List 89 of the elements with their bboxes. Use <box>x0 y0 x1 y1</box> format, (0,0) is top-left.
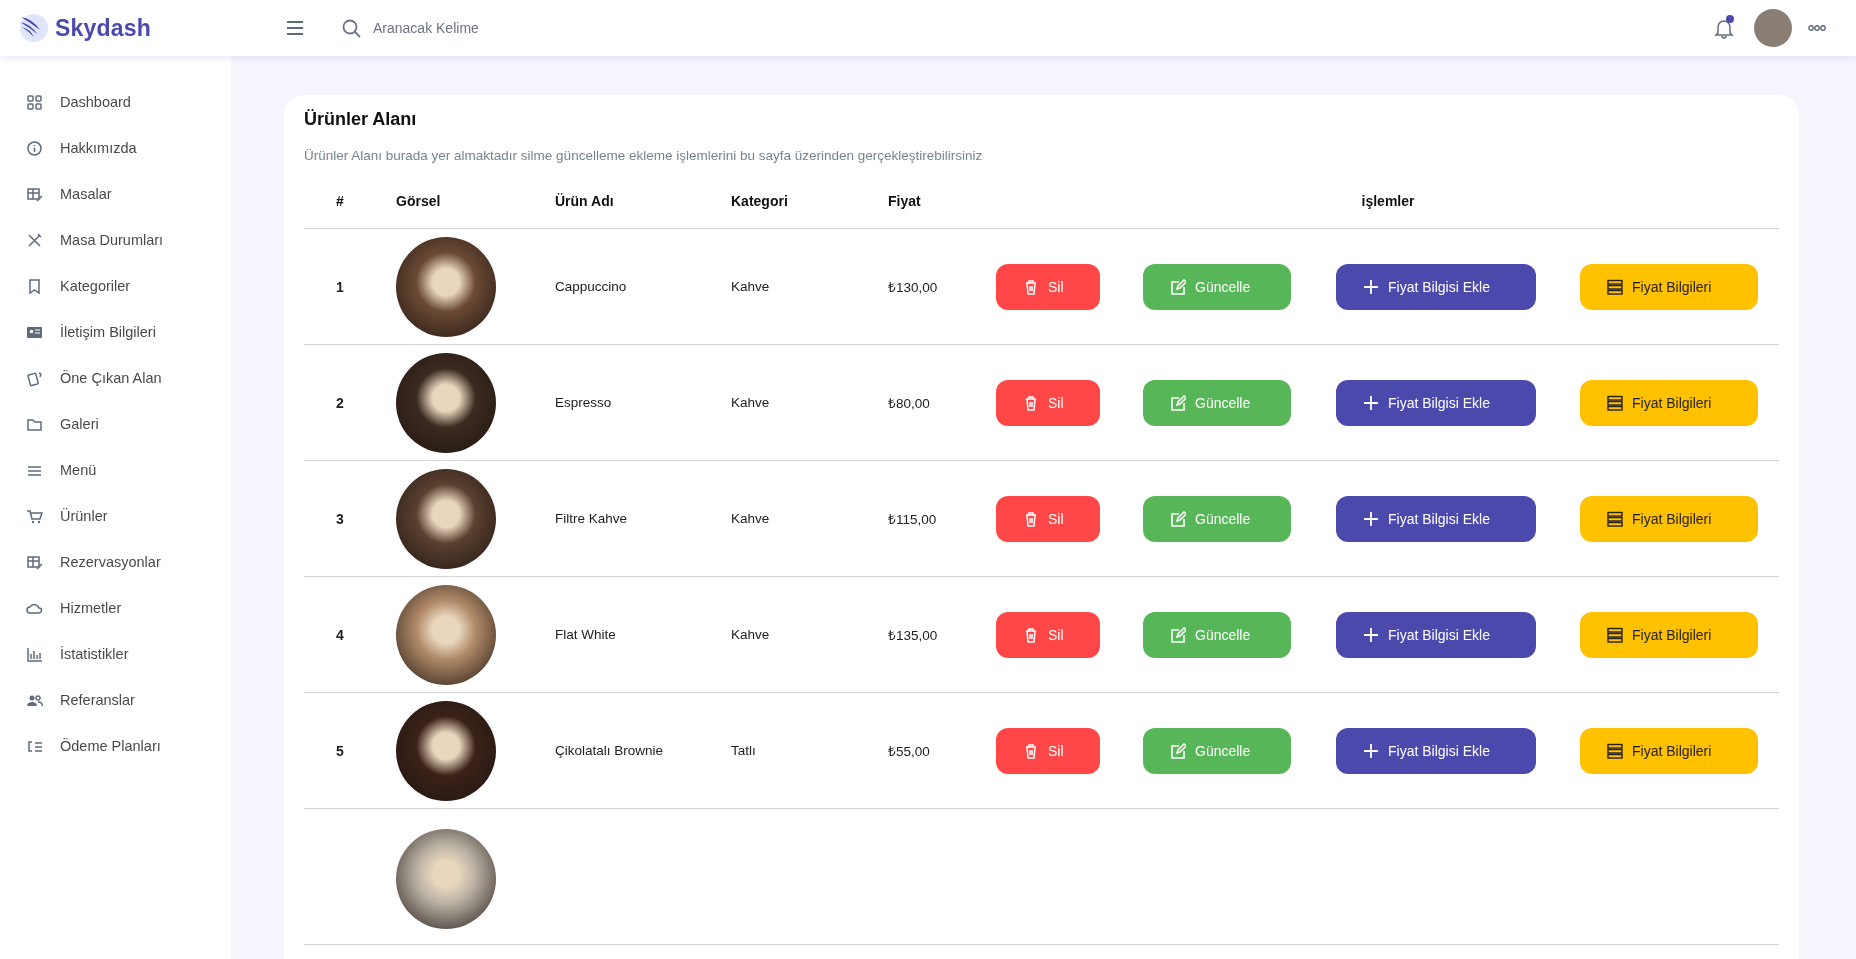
sidebar-item[interactable]: Rezervasyonlar <box>0 539 221 585</box>
edit-icon <box>1170 278 1186 295</box>
table-cell-text: Filtre Kahve <box>555 511 629 526</box>
edit-icon <box>1170 742 1186 759</box>
sidebar-item[interactable]: Menü <box>0 447 221 493</box>
trash-icon <box>1023 626 1039 643</box>
price-info-button[interactable]: Fiyat Bilgileri <box>1580 379 1758 426</box>
sidebar-item[interactable]: İstatistikler <box>0 631 221 677</box>
table-cell-text: Kahve <box>731 279 771 294</box>
table-cell-text: ₺80,00 <box>888 394 931 412</box>
trash-icon <box>1023 742 1039 759</box>
sidebar-item[interactable]: Ürünler <box>0 493 221 539</box>
table-edit-icon <box>26 185 43 203</box>
card-title: Ürünler Alanı <box>304 109 418 130</box>
plus-icon <box>1363 742 1379 759</box>
column-header: # <box>335 192 345 209</box>
list-icon <box>1607 742 1623 759</box>
plus-icon <box>1363 626 1379 643</box>
sidebar-item[interactable]: İletişim Bilgileri <box>0 309 221 355</box>
table-cell-text: 3 <box>335 510 345 527</box>
edit-icon <box>1170 510 1186 527</box>
price-info-button[interactable]: Fiyat Bilgileri <box>1580 263 1758 310</box>
sidebar-item[interactable]: Referanslar <box>0 677 221 723</box>
column-header: Kategori <box>731 192 789 209</box>
sidebar-item[interactable]: Hakkımızda <box>0 125 221 171</box>
cart-icon <box>26 507 43 525</box>
logo-icon <box>19 13 49 43</box>
sidebar-item[interactable]: Hizmetler <box>0 585 221 631</box>
grid-icon <box>26 93 43 111</box>
menu-icon[interactable] <box>286 21 304 35</box>
add-price-button[interactable]: Fiyat Bilgisi Ekle <box>1336 611 1536 658</box>
add-price-button[interactable]: Fiyat Bilgisi Ekle <box>1336 727 1536 774</box>
sidebar-item[interactable]: Masalar <box>0 171 221 217</box>
table-cell-text: Kahve <box>731 395 771 410</box>
sidebar-item[interactable]: Öne Çıkan Alan <box>0 355 221 401</box>
table-cell-text: Çikolatalı Brownie <box>555 743 665 758</box>
trash-icon <box>1023 394 1039 411</box>
table-cell-text: Cappuccino <box>555 279 628 294</box>
trash-icon <box>1023 278 1039 295</box>
table-cell-text: ₺135,00 <box>888 626 939 644</box>
search-icon <box>342 18 361 38</box>
list-icon <box>1607 394 1623 411</box>
plus-icon <box>1363 278 1379 295</box>
column-header: Fiyat <box>888 192 922 209</box>
price-info-button[interactable]: Fiyat Bilgileri <box>1580 727 1758 774</box>
edit-icon <box>1170 394 1186 411</box>
table-cell-text: Flat White <box>555 627 617 642</box>
add-price-button[interactable]: Fiyat Bilgisi Ekle <box>1336 495 1536 542</box>
trash-icon <box>1023 510 1039 527</box>
plus-icon <box>1363 510 1379 527</box>
table-cell-text: Kahve <box>731 627 771 642</box>
table-cell-text: Kahve <box>731 511 771 526</box>
sidebar-item[interactable]: Masa Durumları <box>0 217 221 263</box>
bell-icon[interactable] <box>1714 17 1734 39</box>
table-edit-icon <box>26 553 43 571</box>
table-cell-text: ₺115,00 <box>888 510 938 528</box>
table-cell-text: ₺55,00 <box>888 742 931 760</box>
list-icon <box>1607 626 1623 643</box>
table-cell-text: 4 <box>335 626 345 643</box>
table-cell-text: ₺130,00 <box>888 278 939 296</box>
info-icon <box>26 139 43 157</box>
avatar[interactable] <box>1754 9 1792 47</box>
table-cell-text: Espresso <box>555 395 613 410</box>
card-description: Ürünler Alanı burada yer almaktadır silme güncelleme ekleme işlemlerini bu sayfa üzerinden gerçekleştirebilirsiniz <box>304 148 984 163</box>
column-header: Ürün Adı <box>555 192 615 209</box>
bookmark-icon <box>26 277 43 295</box>
edit-icon <box>1170 626 1186 643</box>
plus-icon <box>1363 394 1379 411</box>
table-cell-text: Tatlı <box>731 743 757 758</box>
table-cell-text: 2 <box>335 394 345 411</box>
table-cell-text: 1 <box>335 278 345 295</box>
sidebar-item[interactable]: Ödeme Planları <box>0 723 221 769</box>
sidebar-item[interactable]: Kategoriler <box>0 263 221 309</box>
price-info-button[interactable]: Fiyat Bilgileri <box>1580 495 1758 542</box>
cards-icon <box>26 369 43 387</box>
column-header: işlemler <box>1360 192 1416 209</box>
logo-text: Skydash <box>55 14 151 42</box>
list-icon <box>1607 278 1623 295</box>
more-icon[interactable] <box>1808 25 1826 31</box>
add-price-button[interactable]: Fiyat Bilgisi Ekle <box>1336 263 1536 310</box>
table-cell-text: 5 <box>335 742 345 759</box>
sidebar-item[interactable]: Dashboard <box>0 79 221 125</box>
utensils-icon <box>26 231 43 249</box>
column-header: Görsel <box>396 192 442 209</box>
bar-chart-icon <box>26 645 43 663</box>
price-info-button[interactable]: Fiyat Bilgileri <box>1580 611 1758 658</box>
add-price-button[interactable]: Fiyat Bilgisi Ekle <box>1336 379 1536 426</box>
list-icon <box>1607 510 1623 527</box>
sidebar-item[interactable]: Galeri <box>0 401 221 447</box>
